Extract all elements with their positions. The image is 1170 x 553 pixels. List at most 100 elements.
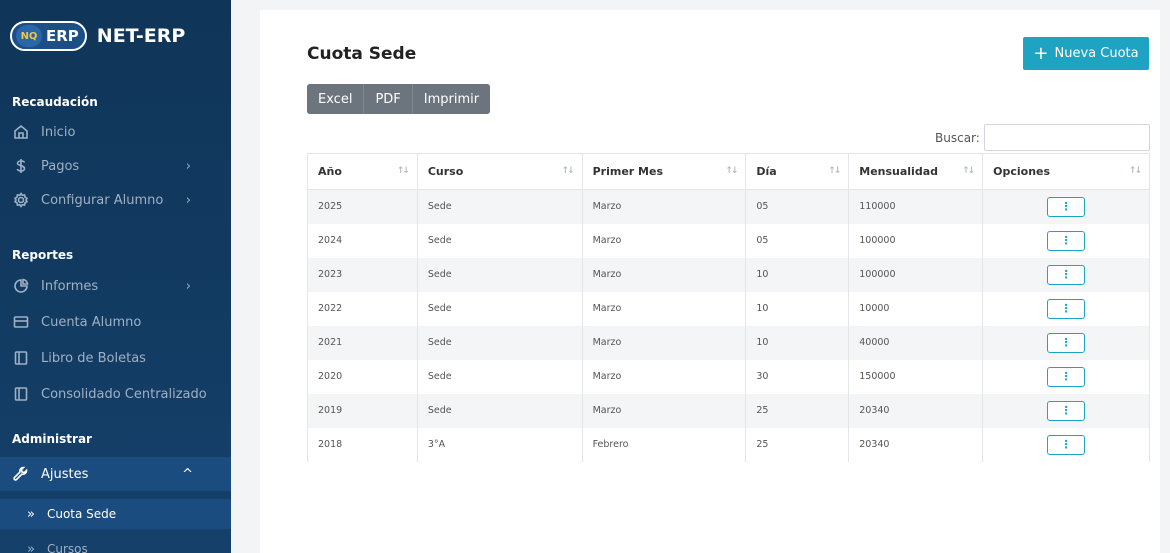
content-card: Cuota Sede + Nueva Cuota Excel PDF Impri…: [260, 10, 1160, 553]
card-icon: [13, 314, 29, 330]
table-cell: 3°A: [416, 427, 583, 462]
row-options-button[interactable]: ⋮: [1047, 366, 1086, 387]
sort-icon: ↑↓: [828, 166, 841, 176]
table-cell-options: ⋮: [982, 359, 1150, 394]
row-options-button[interactable]: ⋮: [1047, 196, 1086, 217]
row-options-button[interactable]: ⋮: [1047, 434, 1086, 455]
table-cell: 25: [745, 393, 850, 428]
column-header-opciones[interactable]: Opciones ↑↓: [982, 153, 1150, 190]
table-cell: 05: [745, 189, 850, 224]
sidebar-item-pagos[interactable]: Pagos ›: [0, 149, 231, 183]
table-cell: 10000: [848, 291, 984, 326]
cuota-table: Año ↑↓ Curso ↑↓ Primer Mes ↑↓ Día ↑↓ Mensual…: [307, 153, 1150, 462]
table-body: 2025 Sede Marzo 05 110000 ⋮ 2024 Sede Marzo 05 100…: [307, 189, 1150, 462]
row-options-button[interactable]: ⋮: [1047, 264, 1086, 285]
search-input[interactable]: [984, 124, 1150, 151]
section-recaudacion: Recaudación: [12, 95, 98, 109]
table-cell: 2024: [307, 223, 418, 258]
chevron-up-icon: ^: [182, 466, 193, 482]
table-cell: Sede: [416, 223, 583, 258]
table-cell: 25: [745, 427, 850, 462]
column-header-ano[interactable]: Año ↑↓: [307, 153, 418, 190]
table-cell: Sede: [416, 359, 583, 394]
column-header-primer-mes[interactable]: Primer Mes ↑↓: [581, 153, 747, 190]
table-cell: 2023: [307, 257, 418, 292]
table-cell: 2018: [307, 427, 418, 462]
column-header-dia[interactable]: Día ↑↓: [745, 153, 850, 190]
sort-icon: ↑↓: [1128, 166, 1142, 176]
sort-icon: ↑↓: [561, 166, 575, 176]
row-options-button[interactable]: ⋮: [1047, 298, 1086, 319]
table-cell: 2019: [307, 393, 418, 428]
logo: NQ ERP: [10, 21, 87, 51]
new-cuota-label: Nueva Cuota: [1054, 46, 1139, 61]
table-cell: Marzo: [581, 291, 747, 326]
page-title: Cuota Sede: [307, 44, 417, 64]
sidebar-item-configurar-alumno[interactable]: Configurar Alumno ›: [0, 183, 231, 217]
home-icon: [13, 124, 29, 140]
sidebar-item-label: Cuenta Alumno: [41, 314, 142, 330]
book-icon: [13, 386, 29, 402]
sidebar-item-label: Libro de Boletas: [41, 350, 146, 366]
table-cell: 100000: [848, 223, 984, 258]
chevron-right-icon: ›: [185, 158, 191, 174]
row-options-button[interactable]: ⋮: [1047, 332, 1086, 353]
sidebar-item-consolidado-centralizado[interactable]: Consolidado Centralizado: [0, 377, 231, 411]
table-cell: Sede: [416, 189, 583, 224]
export-buttons: Excel PDF Imprimir: [307, 84, 491, 114]
app-name: NET-ERP: [96, 25, 186, 47]
table-cell-options: ⋮: [982, 189, 1150, 224]
search-label: Buscar:: [935, 131, 980, 145]
table-cell: 30: [745, 359, 850, 394]
sidebar-item-informes[interactable]: Informes ›: [0, 269, 231, 303]
plus-icon: +: [1033, 42, 1049, 64]
table-cell: Sede: [416, 257, 583, 292]
table-cell: 10: [745, 291, 850, 326]
sidebar: NQ ERP NET-ERP Recaudación Inicio Pagos …: [0, 0, 231, 553]
sidebar-item-libro-de-boletas[interactable]: Libro de Boletas: [0, 341, 231, 375]
sidebar-subitem-label: Cursos: [46, 542, 88, 553]
new-cuota-button[interactable]: + Nueva Cuota: [1023, 37, 1149, 70]
sort-icon: ↑↓: [396, 166, 410, 176]
table-cell: Febrero: [581, 427, 747, 462]
table-cell: 150000: [848, 359, 984, 394]
print-button[interactable]: Imprimir: [412, 84, 491, 114]
sidebar-subitem-cuota-sede[interactable]: » Cuota Sede: [0, 499, 231, 529]
sidebar-subitem-label: Cuota Sede: [46, 507, 117, 521]
table-cell: 20340: [848, 427, 984, 462]
logo-mark: NQ: [16, 25, 42, 47]
table-cell: 2021: [307, 325, 418, 360]
table-row: 2021 Sede Marzo 10 40000 ⋮: [307, 325, 1150, 360]
table-row: 2024 Sede Marzo 05 100000 ⋮: [307, 223, 1150, 258]
column-header-curso[interactable]: Curso ↑↓: [416, 153, 583, 190]
pdf-button[interactable]: PDF: [364, 84, 413, 114]
sidebar-item-ajustes[interactable]: Ajustes ^: [0, 457, 231, 491]
table-row: 2020 Sede Marzo 30 150000 ⋮: [307, 359, 1150, 394]
pie-chart-icon: [13, 278, 29, 294]
book-icon: [13, 350, 29, 366]
row-options-button[interactable]: ⋮: [1047, 400, 1086, 421]
table-cell: 20340: [848, 393, 984, 428]
sidebar-item-label: Ajustes: [41, 466, 89, 482]
sidebar-item-label: Inicio: [41, 124, 76, 140]
table-cell: Marzo: [581, 325, 747, 360]
row-options-button[interactable]: ⋮: [1047, 230, 1086, 251]
table-cell-options: ⋮: [982, 427, 1150, 462]
table-cell-options: ⋮: [982, 223, 1150, 258]
table-cell: Marzo: [581, 393, 747, 428]
sidebar-subitem-cursos[interactable]: » Cursos: [0, 534, 231, 553]
table-row: 2022 Sede Marzo 10 10000 ⋮: [307, 291, 1150, 326]
sidebar-item-label: Configurar Alumno: [41, 192, 164, 208]
logo-text: ERP: [46, 27, 79, 45]
table-header-row: Año ↑↓ Curso ↑↓ Primer Mes ↑↓ Día ↑↓ Mensual…: [307, 153, 1150, 190]
table-cell: Sede: [416, 325, 583, 360]
table-cell-options: ⋮: [982, 257, 1150, 292]
brand[interactable]: NQ ERP NET-ERP: [10, 18, 185, 54]
column-header-mensualidad[interactable]: Mensualidad ↑↓: [848, 153, 984, 190]
sidebar-item-label: Consolidado Centralizado: [41, 386, 207, 402]
double-chevron-icon: »: [27, 541, 35, 553]
sidebar-item-label: Informes: [41, 278, 99, 294]
sidebar-item-cuenta-alumno[interactable]: Cuenta Alumno: [0, 305, 231, 339]
sidebar-item-inicio[interactable]: Inicio: [0, 115, 231, 149]
excel-button[interactable]: Excel: [307, 84, 365, 114]
